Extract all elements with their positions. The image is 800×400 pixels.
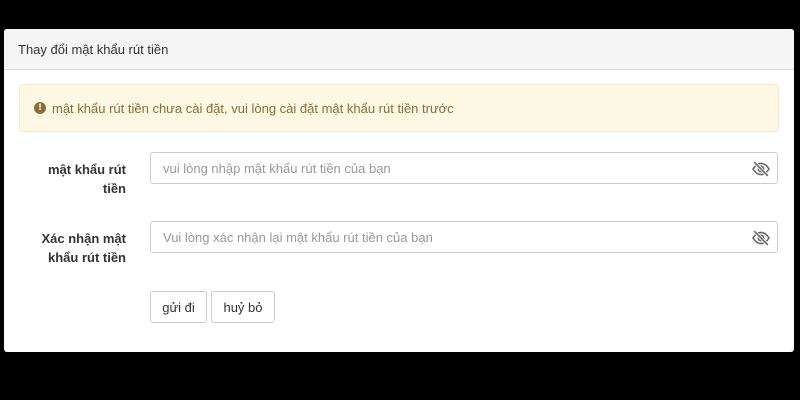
- change-withdrawal-password-panel: Thay đổi mật khẩu rút tiền ! mật khẩu rú…: [4, 29, 794, 352]
- warning-alert: ! mật khẩu rút tiền chưa cài đặt, vui lò…: [19, 84, 779, 132]
- cancel-button[interactable]: huỷ bỏ: [211, 291, 275, 323]
- confirm-password-input[interactable]: [151, 222, 777, 252]
- exclamation-circle-icon: !: [34, 102, 46, 114]
- panel-header: Thay đổi mật khẩu rút tiền: [4, 29, 794, 70]
- alert-message: mật khẩu rút tiền chưa cài đặt, vui lòng…: [52, 100, 454, 116]
- confirm-password-label: Xác nhận mật khẩu rút tiền: [41, 231, 126, 265]
- submit-button[interactable]: gửi đi: [150, 291, 207, 323]
- confirm-password-input-wrapper: [150, 221, 778, 253]
- password-label: mật khẩu rút tiền: [47, 162, 126, 196]
- password-input[interactable]: [151, 153, 777, 183]
- password-input-wrapper: [150, 152, 778, 184]
- eye-slash-icon[interactable]: [751, 228, 771, 248]
- eye-slash-icon[interactable]: [751, 159, 771, 179]
- panel-title: Thay đổi mật khẩu rút tiền: [18, 41, 169, 57]
